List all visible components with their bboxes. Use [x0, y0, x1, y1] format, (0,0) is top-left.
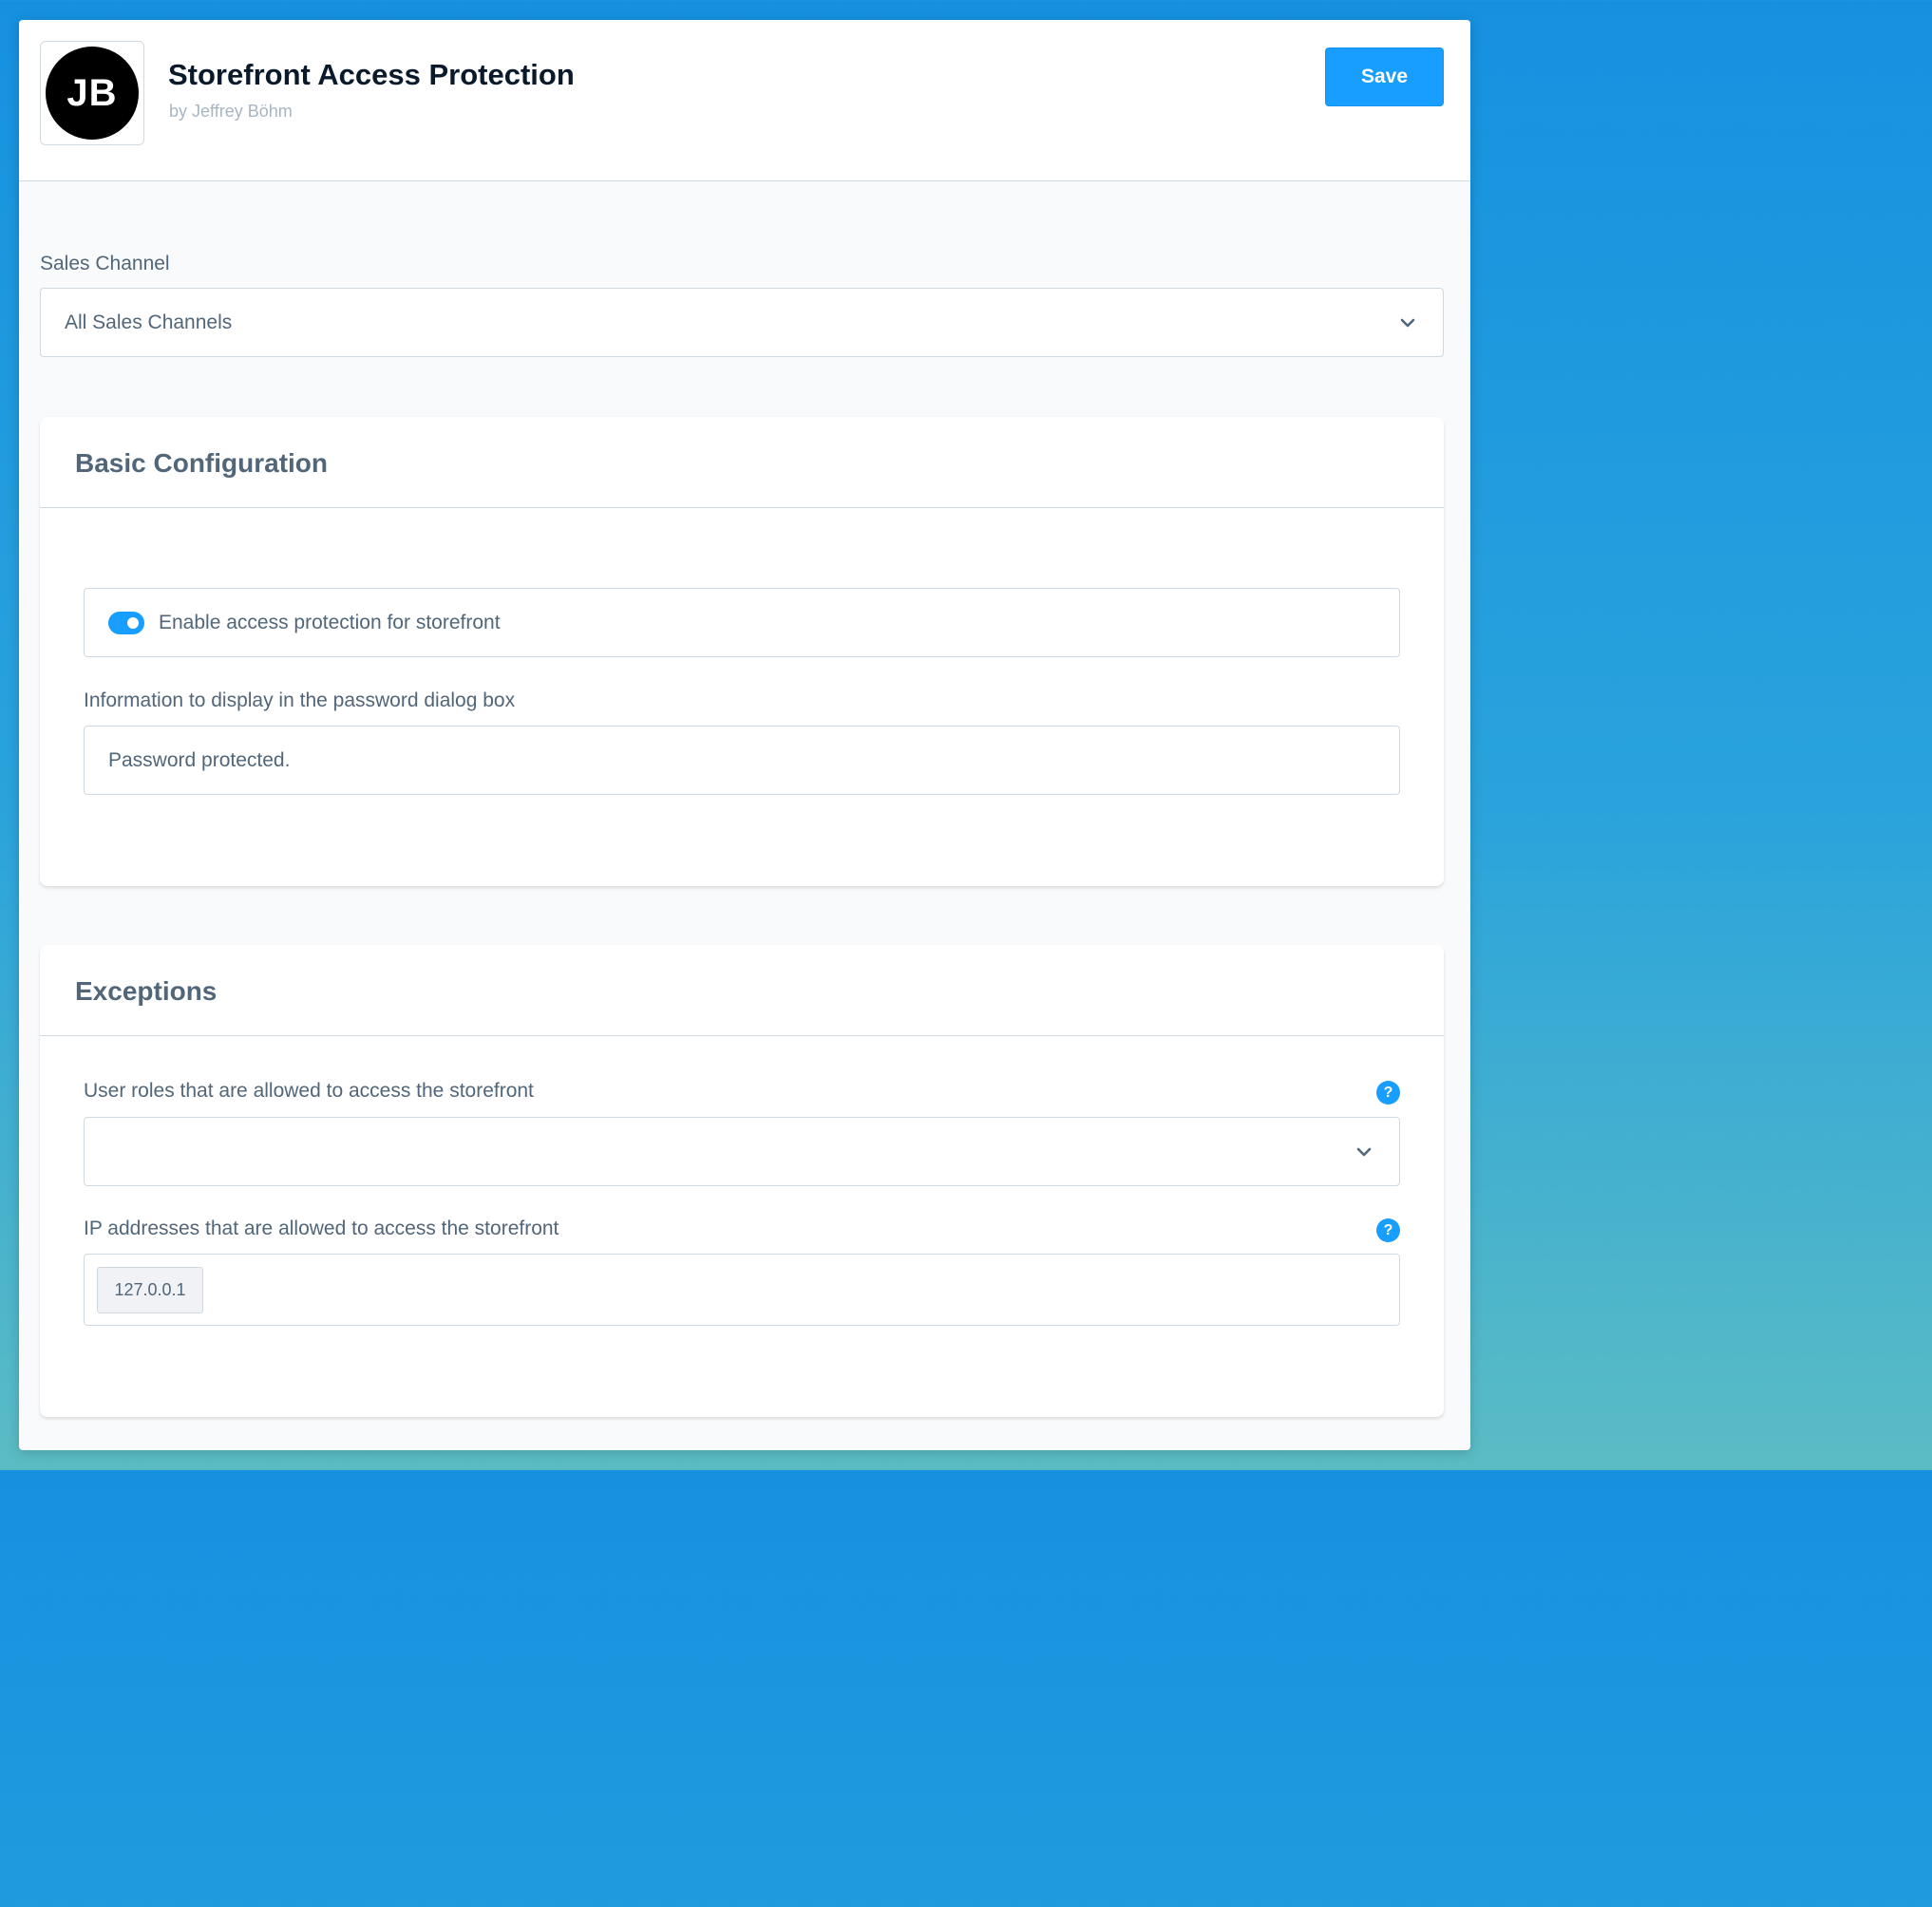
ip-tag[interactable]: 127.0.0.1 [97, 1267, 203, 1313]
enable-protection-field: Enable access protection for storefront [84, 588, 1400, 657]
chevron-down-icon [1356, 1147, 1372, 1156]
card-title-exceptions: Exceptions [75, 976, 218, 1006]
enable-protection-toggle[interactable] [108, 611, 144, 634]
user-roles-label: User roles that are allowed to access th… [84, 1080, 534, 1102]
page-title: Storefront Access Protection [168, 58, 575, 91]
user-roles-select[interactable] [84, 1117, 1400, 1186]
chevron-down-icon [1400, 318, 1415, 327]
sales-channel-select[interactable]: All Sales Channels [40, 288, 1444, 357]
sales-channel-value: All Sales Channels [65, 311, 233, 333]
password-dialog-info-value: Password protected. [108, 748, 291, 771]
header: JB Storefront Access Protection by Jeffr… [19, 20, 1470, 181]
logo-monogram: JB [46, 47, 139, 140]
toggle-knob [127, 616, 139, 629]
password-dialog-info-input[interactable]: Password protected. [84, 726, 1400, 795]
sales-channel-label: Sales Channel [40, 253, 170, 274]
divider [40, 1035, 1444, 1036]
info-field-label: Information to display in the password d… [84, 689, 516, 711]
plugin-logo: JB [40, 41, 144, 145]
basic-configuration-card: Basic Configuration Enable access protec… [40, 417, 1444, 886]
save-button[interactable]: Save [1325, 47, 1444, 106]
plugin-config-window: JB Storefront Access Protection by Jeffr… [19, 20, 1470, 1450]
help-icon[interactable]: ? [1376, 1218, 1400, 1242]
card-title-basic-configuration: Basic Configuration [75, 448, 329, 478]
ip-addresses-input[interactable]: 127.0.0.1 [84, 1254, 1400, 1326]
divider [40, 507, 1444, 508]
plugin-author: by Jeffrey Böhm [169, 102, 293, 121]
help-icon[interactable]: ? [1376, 1081, 1400, 1105]
enable-protection-label: Enable access protection for storefront [159, 611, 501, 633]
exceptions-card: Exceptions User roles that are allowed t… [40, 945, 1444, 1417]
ip-addresses-label: IP addresses that are allowed to access … [84, 1218, 559, 1239]
